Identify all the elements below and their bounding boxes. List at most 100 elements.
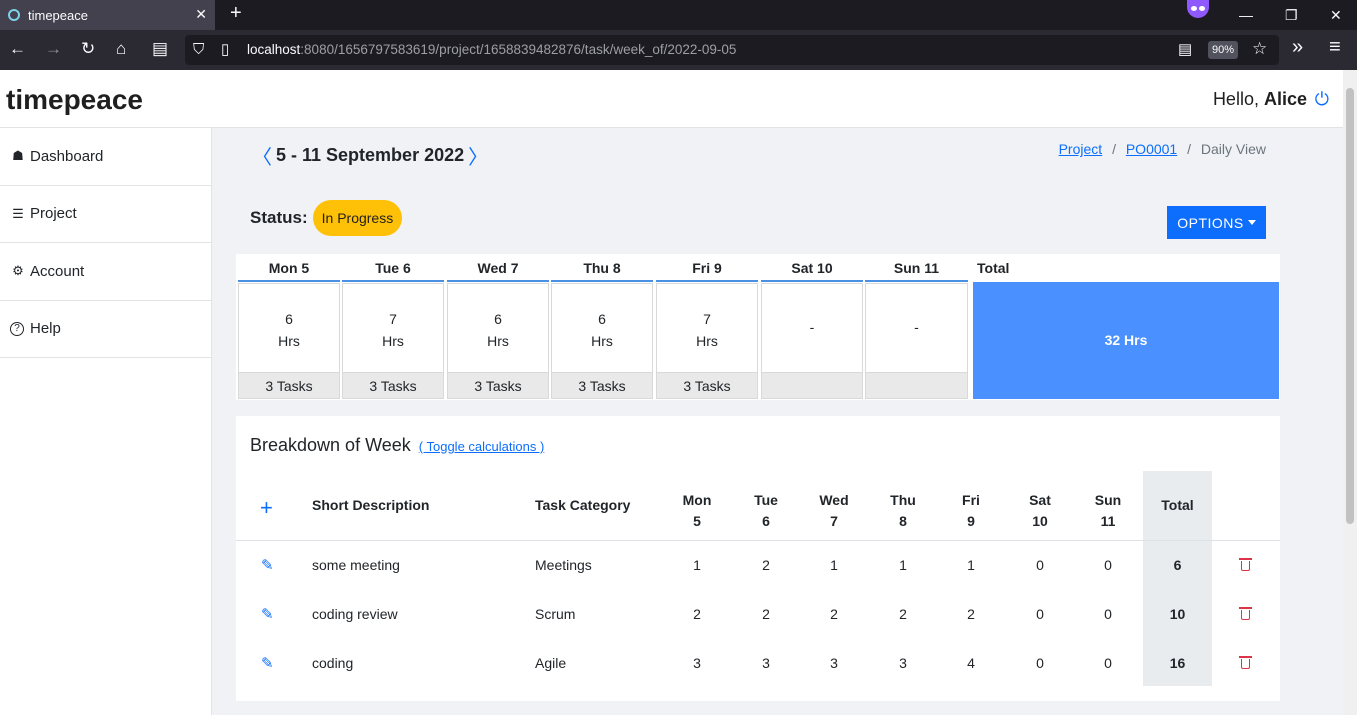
new-tab-button[interactable]: + — [230, 2, 242, 25]
sidebar-item-dashboard[interactable]: ☗ Dashboard — [0, 128, 211, 186]
tab-close-icon[interactable]: ✕ — [195, 6, 207, 23]
day-cell-sun[interactable]: - — [865, 283, 968, 373]
day-cell-tue[interactable]: 7 Hrs — [342, 283, 444, 373]
bookmark-star-icon[interactable]: ☆ — [1252, 38, 1267, 60]
row-total: 10 — [1169, 606, 1186, 622]
url-bar[interactable]: ⛉ ▯ localhost:8080/1656797583619/project… — [185, 35, 1279, 65]
private-browsing-icon — [1187, 0, 1209, 18]
back-button[interactable]: ← — [9, 38, 26, 60]
day-hours: 7 — [703, 311, 711, 327]
day-unit: Hrs — [382, 333, 404, 349]
row-hours: 1 — [967, 557, 975, 573]
browser-tab[interactable]: timepeace ✕ — [0, 0, 215, 30]
breadcrumb-project-link[interactable]: Project — [1059, 141, 1103, 157]
row-hours: 2 — [762, 606, 770, 622]
window-close-button[interactable]: ✕ — [1330, 0, 1342, 30]
status-label: Status: — [250, 208, 308, 227]
shield-icon[interactable]: ⛉ — [193, 39, 204, 61]
sidebar-item-account[interactable]: ⚙ Account — [0, 243, 211, 301]
row-hours: 0 — [1104, 606, 1112, 622]
total-header: Total — [977, 260, 1010, 276]
row-total: 6 — [1173, 557, 1182, 573]
breakdown-title: Breakdown of Week ( Toggle calculations … — [250, 435, 545, 455]
breadcrumb-po-link[interactable]: PO0001 — [1126, 141, 1177, 157]
day-cell-wed[interactable]: 6 Hrs — [447, 283, 549, 373]
sidebar-item-help[interactable]: ? Help — [0, 301, 211, 358]
delete-trash-icon[interactable] — [1239, 656, 1252, 669]
edit-pencil-icon[interactable]: ✎ — [261, 654, 274, 672]
day-hours: 7 — [389, 311, 397, 327]
brand-logo[interactable]: timepeace — [6, 84, 143, 116]
day-cell-fri[interactable]: 7 Hrs — [656, 283, 758, 373]
reload-button[interactable]: ↻ — [81, 38, 95, 60]
week-summary-grid: Mon 5 Tue 6 Wed 7 Thu 8 Fri 9 Sat 10 Sun… — [236, 254, 1280, 400]
home-button[interactable]: ⌂ — [116, 38, 126, 60]
column-header-day: Fri 9 — [962, 492, 980, 529]
sidebar-item-label: Dashboard — [30, 147, 104, 165]
day-cell-sat[interactable]: - — [761, 283, 863, 373]
row-description: coding review — [312, 606, 398, 622]
day-unit: Hrs — [487, 333, 509, 349]
delete-trash-icon[interactable] — [1239, 558, 1252, 571]
page-info-icon[interactable]: ▯ — [221, 39, 229, 61]
day-cell-mon[interactable]: 6 Hrs — [238, 283, 340, 373]
column-header-day: Wed 7 — [819, 492, 849, 529]
day-task-count: 3 Tasks — [551, 372, 653, 399]
options-dropdown-button[interactable]: OPTIONS — [1167, 206, 1266, 239]
help-icon: ? — [10, 321, 24, 336]
app-header: timepeace Hello, Alice ⏻ — [0, 70, 1343, 128]
week-navigation: 〈 5 - 11 September 2022 〉 — [252, 141, 488, 170]
row-description: some meeting — [312, 557, 400, 573]
day-header: Wed 7 — [447, 254, 549, 282]
browser-nav-bar: ← → ↻ ⌂ ▤ ⛉ ▯ localhost:8080/16567975836… — [0, 30, 1357, 70]
user-name: Alice — [1263, 89, 1307, 109]
overflow-menu-icon[interactable]: » — [1292, 36, 1303, 58]
status-row: Status: In Progress — [250, 200, 403, 236]
scrollbar-thumb[interactable] — [1346, 88, 1354, 524]
sidebar-item-label: Account — [30, 262, 85, 280]
hamburger-menu-icon[interactable]: ≡ — [1329, 36, 1341, 58]
sidebar-item-label: Project — [30, 205, 77, 223]
column-header-day: Thu 8 — [890, 492, 916, 529]
day-header: Thu 8 — [551, 254, 653, 282]
row-hours: 2 — [693, 606, 701, 622]
browser-tab-bar: timepeace ✕ + — ❐ ✕ — [0, 0, 1357, 30]
breadcrumb-separator: / — [1187, 141, 1191, 157]
url-text[interactable]: localhost:8080/1656797583619/project/165… — [247, 42, 736, 57]
column-header-day: Sat 10 — [1029, 492, 1051, 529]
options-label: OPTIONS — [1177, 214, 1244, 231]
add-task-button[interactable]: + — [260, 495, 273, 521]
next-week-icon[interactable]: 〉 — [468, 141, 488, 170]
page-scrollbar[interactable] — [1343, 70, 1357, 715]
row-hours: 0 — [1036, 606, 1044, 622]
logout-icon[interactable]: ⏻ — [1315, 89, 1329, 110]
delete-trash-icon[interactable] — [1239, 607, 1252, 620]
day-header: Fri 9 — [656, 254, 758, 282]
list-icon: ☰ — [12, 205, 24, 221]
day-header: Sat 10 — [761, 254, 863, 282]
row-hours: 1 — [899, 557, 907, 573]
sidebar-item-project[interactable]: ☰ Project — [0, 186, 211, 243]
breakdown-panel: Breakdown of Week ( Toggle calculations … — [236, 416, 1280, 701]
day-empty: - — [914, 319, 919, 335]
day-task-count — [761, 372, 863, 399]
sidebar-toggle-button[interactable]: ▤ — [152, 38, 168, 60]
minimize-button[interactable]: — — [1239, 0, 1253, 30]
toggle-calculations-link[interactable]: ( Toggle calculations ) — [419, 439, 545, 454]
forward-button[interactable]: → — [45, 38, 62, 60]
reader-view-icon[interactable]: ▤ — [1178, 39, 1192, 61]
day-task-count: 3 Tasks — [447, 372, 549, 399]
zoom-level[interactable]: 90% — [1208, 41, 1238, 59]
edit-pencil-icon[interactable]: ✎ — [261, 605, 274, 623]
week-total-cell: 32 Hrs — [973, 282, 1279, 399]
edit-pencil-icon[interactable]: ✎ — [261, 556, 274, 574]
day-hours: 6 — [285, 311, 293, 327]
row-hours: 0 — [1036, 557, 1044, 573]
day-unit: Hrs — [696, 333, 718, 349]
restore-button[interactable]: ❐ — [1285, 0, 1298, 30]
row-hours: 1 — [693, 557, 701, 573]
day-task-count: 3 Tasks — [238, 372, 340, 399]
prev-week-icon[interactable]: 〈 — [252, 141, 272, 170]
row-hours: 1 — [830, 557, 838, 573]
day-cell-thu[interactable]: 6 Hrs — [551, 283, 653, 373]
